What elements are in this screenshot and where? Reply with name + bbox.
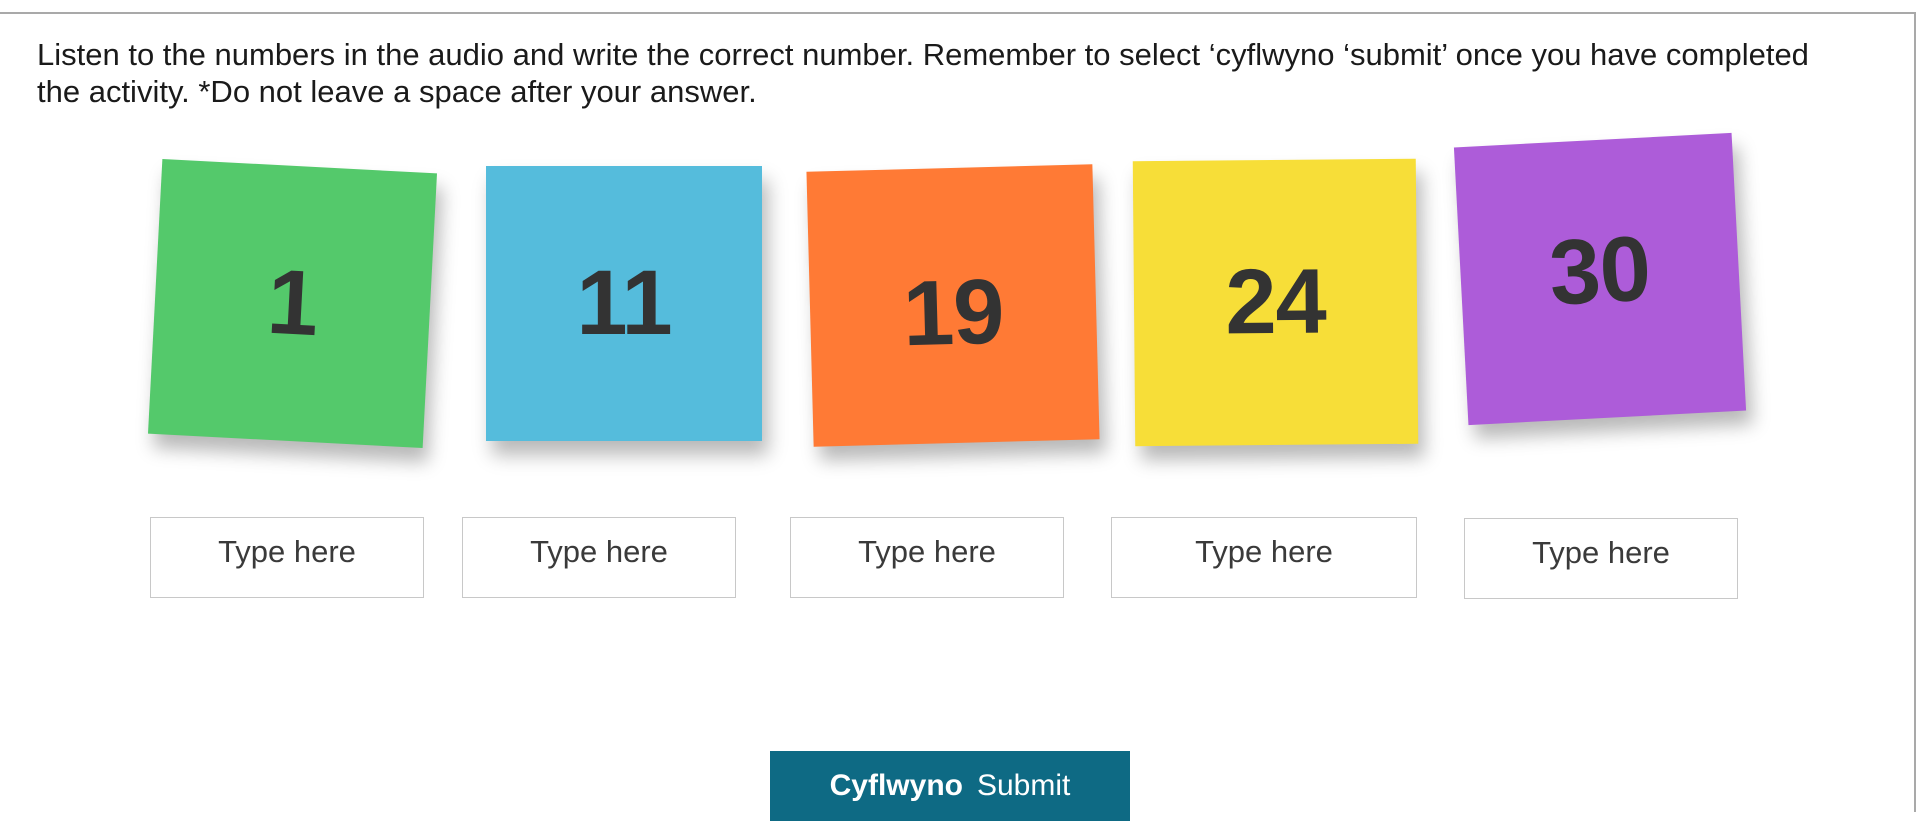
sticky-note-2: 11 — [486, 166, 762, 441]
answer-input-5[interactable] — [1464, 518, 1738, 599]
sticky-note-1: 1 — [147, 158, 438, 449]
sticky-note-5: 30 — [1453, 132, 1747, 426]
answer-input-3[interactable] — [790, 517, 1064, 598]
sticky-note-3: 19 — [806, 164, 1100, 447]
sticky-note-4: 24 — [1132, 158, 1419, 447]
note-number: 30 — [1546, 216, 1653, 325]
submit-english-label: Submit — [976, 769, 1071, 802]
note-number: 24 — [1224, 250, 1327, 354]
instructions-text: Listen to the numbers in the audio and w… — [37, 37, 1809, 109]
answer-input-2[interactable] — [462, 517, 736, 598]
submit-welsh-label: Cyflwyno — [829, 769, 963, 802]
answer-input-1[interactable] — [150, 517, 424, 598]
answer-input-4[interactable] — [1111, 517, 1417, 598]
submit-button[interactable]: Cyflwyno Submit — [770, 751, 1130, 821]
note-number: 1 — [264, 250, 321, 356]
note-number: 11 — [576, 252, 672, 354]
note-number: 19 — [901, 260, 1005, 366]
